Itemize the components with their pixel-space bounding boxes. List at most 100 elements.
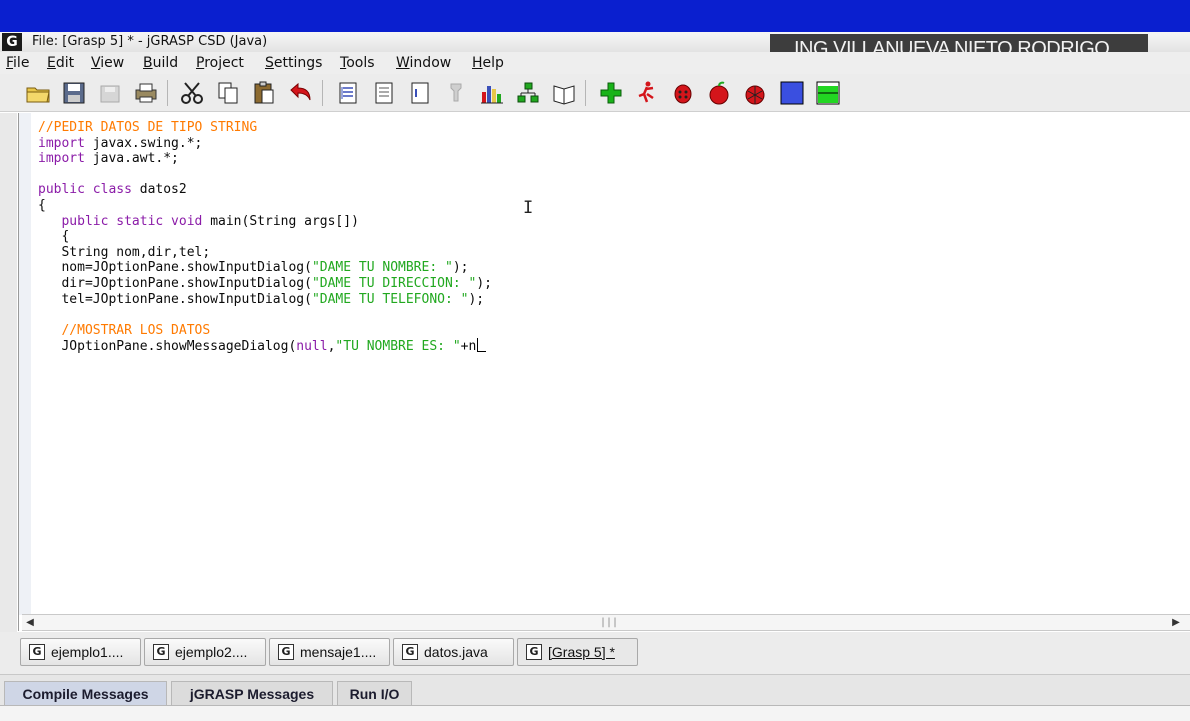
document-tabs: G ejemplo1.... G ejemplo2.... G mensaje1… — [0, 632, 1190, 674]
toolbar-separator — [322, 80, 323, 106]
generate-csd-icon[interactable] — [333, 78, 363, 108]
unfold-icon[interactable] — [441, 78, 471, 108]
tab-run-io[interactable]: Run I/O — [337, 681, 412, 705]
fold-icon[interactable] — [405, 78, 435, 108]
code-line[interactable] — [38, 167, 492, 183]
toolbar-separator — [585, 80, 586, 106]
menu-build[interactable]: Build — [143, 55, 178, 71]
code-string: "DAME TU DIRECCION: " — [311, 275, 477, 291]
window-title: File: [Grasp 5] * - jGRASP CSD (Java) — [32, 34, 268, 49]
code-line[interactable]: import javax.swing.*; — [38, 136, 492, 152]
run-icon[interactable] — [632, 78, 662, 108]
tab-ejemplo1[interactable]: G ejemplo1.... — [20, 638, 141, 666]
debug-applet-icon[interactable] — [740, 78, 770, 108]
menu-window[interactable]: Window — [396, 55, 451, 71]
code-line[interactable]: dir=JOptionPane.showInputDialog("DAME TU… — [38, 276, 492, 292]
menu-tools[interactable]: Tools — [340, 55, 375, 71]
paste-icon[interactable] — [249, 78, 279, 108]
scroll-left-arrow-icon[interactable]: ◀ — [22, 615, 38, 630]
menu-help[interactable]: Help — [472, 55, 504, 71]
menu-project[interactable]: Project — [196, 55, 244, 71]
code-keyword: import — [38, 151, 85, 167]
menu-bar: File Edit View Build Project Settings To… — [0, 52, 1190, 74]
code-line[interactable]: //MOSTRAR LOS DATOS — [38, 323, 492, 339]
code-line[interactable]: public class datos2 — [38, 182, 492, 198]
code-line[interactable]: public static void main(String args[]) — [38, 214, 492, 230]
message-pane: Compile Messages jGRASP Messages Run I/O — [0, 674, 1190, 721]
message-panel — [0, 705, 1190, 721]
toolbar — [0, 74, 1190, 112]
code-token: dir=JOptionPane.showInputDialog( — [38, 275, 312, 291]
tab-label: datos.java — [424, 644, 488, 660]
tab-datos-java[interactable]: G datos.java — [393, 638, 514, 666]
code-token: javax.swing.*; — [84, 135, 203, 151]
java-file-icon: G — [29, 644, 45, 660]
csd-gutter — [19, 113, 31, 615]
save-icon[interactable] — [59, 78, 89, 108]
jgrasp-logo-icon: G — [2, 33, 22, 51]
code-keyword: null — [296, 339, 328, 355]
tab-ejemplo2[interactable]: G ejemplo2.... — [144, 638, 266, 666]
scrollbar-thumb[interactable]: ||| — [600, 617, 618, 628]
code-token: nom=JOptionPane.showInputDialog( — [38, 260, 312, 276]
debug-icon[interactable] — [668, 78, 698, 108]
top-banner — [0, 0, 1190, 32]
green-window-icon[interactable] — [813, 78, 843, 108]
open-folder-icon[interactable] — [23, 78, 53, 108]
code-token: ); — [452, 260, 469, 276]
code-token: java.awt.*; — [84, 151, 179, 167]
copy-icon[interactable] — [213, 78, 243, 108]
documentation-icon[interactable] — [549, 78, 579, 108]
tab-jgrasp-messages[interactable]: jGRASP Messages — [171, 681, 333, 705]
class-tree-icon[interactable] — [513, 78, 543, 108]
java-file-icon: G — [526, 644, 542, 660]
remove-csd-icon[interactable] — [369, 78, 399, 108]
code-line[interactable] — [38, 307, 492, 323]
menu-settings[interactable]: Settings — [265, 55, 322, 71]
code-line[interactable]: String nom,dir,tel; — [38, 245, 492, 261]
code-text[interactable]: //PEDIR DATOS DE TIPO STRING import javax… — [38, 120, 492, 354]
code-line[interactable]: nom=JOptionPane.showInputDialog("DAME TU… — [38, 260, 492, 276]
code-keyword: public class — [38, 182, 132, 198]
code-token: String nom,dir,tel; — [38, 244, 211, 260]
menu-file[interactable]: File — [6, 55, 29, 71]
code-line[interactable]: { — [38, 198, 492, 214]
uml-icon[interactable] — [477, 78, 507, 108]
code-token: ); — [476, 275, 492, 291]
text-caret-underline — [478, 351, 487, 353]
code-line[interactable]: JOptionPane.showMessageDialog(null,"TU N… — [38, 338, 492, 354]
blue-window-icon[interactable] — [777, 78, 807, 108]
compile-icon[interactable] — [596, 78, 626, 108]
tab-label: mensaje1.... — [300, 644, 377, 660]
run-applet-icon[interactable] — [704, 78, 734, 108]
code-line[interactable]: //PEDIR DATOS DE TIPO STRING — [38, 120, 492, 136]
save-all-icon[interactable] — [95, 78, 125, 108]
tab-grasp5[interactable]: G [Grasp 5] * — [517, 638, 638, 666]
code-comment: //PEDIR DATOS DE TIPO STRING — [38, 120, 258, 135]
undo-icon[interactable] — [285, 78, 315, 108]
code-token: +n — [460, 339, 477, 355]
menu-view[interactable]: View — [91, 55, 124, 71]
code-token: tel=JOptionPane.showInputDialog( — [38, 291, 312, 307]
java-file-icon: G — [153, 644, 169, 660]
java-file-icon: G — [278, 644, 294, 660]
code-token: main(String args[]) — [202, 213, 359, 229]
code-line[interactable]: { — [38, 229, 492, 245]
code-comment: //MOSTRAR LOS DATOS — [38, 322, 211, 338]
code-token: { — [38, 229, 70, 245]
tab-compile-messages[interactable]: Compile Messages — [4, 681, 167, 705]
scroll-right-arrow-icon[interactable]: ▶ — [1168, 615, 1184, 630]
horizontal-scrollbar[interactable]: ◀ ||| ▶ — [22, 614, 1190, 631]
print-icon[interactable] — [131, 78, 161, 108]
tab-mensaje1[interactable]: G mensaje1.... — [269, 638, 390, 666]
code-line[interactable]: import java.awt.*; — [38, 151, 492, 167]
menu-edit[interactable]: Edit — [47, 55, 74, 71]
code-string: "TU NOMBRE ES: " — [335, 339, 461, 355]
tab-label: ejemplo1.... — [51, 644, 124, 660]
left-gutter — [0, 113, 17, 633]
toolbar-separator — [167, 80, 168, 106]
code-line[interactable]: tel=JOptionPane.showInputDialog("DAME TU… — [38, 292, 492, 308]
cut-icon[interactable] — [177, 78, 207, 108]
tab-label: [Grasp 5] * — [548, 644, 615, 660]
